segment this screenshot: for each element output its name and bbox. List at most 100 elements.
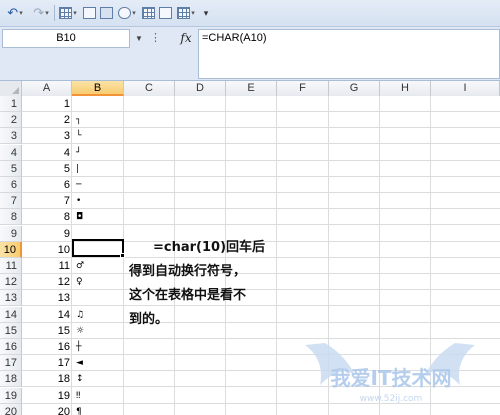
annotation-line-3: 这个在表格中是看不 xyxy=(129,288,247,303)
cell-a10[interactable]: 10 xyxy=(23,242,72,258)
undo-icon: ↶ xyxy=(7,5,19,20)
cell-b5[interactable]: | xyxy=(74,161,124,177)
cell-b18[interactable]: ↕ xyxy=(74,371,124,387)
cell-a18[interactable]: 18 xyxy=(23,371,72,387)
format-button[interactable]: ▾ xyxy=(58,5,78,21)
cell-a13[interactable]: 13 xyxy=(23,290,72,306)
column-header-b[interactable]: B xyxy=(72,81,124,96)
cell-a20[interactable]: 20 xyxy=(23,404,72,415)
cell-a1[interactable]: 1 xyxy=(23,96,72,112)
paste-button[interactable] xyxy=(158,5,172,21)
annotation-line-2: 得到自动换行符号， xyxy=(129,264,247,279)
name-box[interactable]: B10 xyxy=(2,29,130,48)
chevron-down-icon: ▾ xyxy=(19,10,23,17)
row-header-18[interactable]: 18 xyxy=(0,371,22,387)
cell-a5[interactable]: 5 xyxy=(23,161,72,177)
row-header-11[interactable]: 11 xyxy=(0,258,22,274)
cell-b1[interactable] xyxy=(74,96,124,112)
column-header-e[interactable]: E xyxy=(226,81,277,96)
column-header-h[interactable]: H xyxy=(380,81,431,96)
row-header-1[interactable]: 1 xyxy=(0,96,22,112)
cell-a17[interactable]: 17 xyxy=(23,355,72,371)
column-header-d[interactable]: D xyxy=(175,81,226,96)
row-header-12[interactable]: 12 xyxy=(0,274,22,290)
cell-b8[interactable]: ◘ xyxy=(74,209,124,225)
print-preview-button[interactable] xyxy=(82,5,96,21)
cell-b4[interactable]: ┘ xyxy=(74,145,124,161)
select-all-button[interactable] xyxy=(0,81,22,96)
cell-a4[interactable]: 4 xyxy=(23,145,72,161)
active-cell-b10[interactable] xyxy=(72,239,124,257)
cell-b16[interactable]: ┼ xyxy=(74,339,124,355)
cell-a6[interactable]: 6 xyxy=(23,177,72,193)
cell-a9[interactable]: 9 xyxy=(23,226,72,242)
cell-b14[interactable]: ♫ xyxy=(74,307,124,323)
cell-b15[interactable]: ☼ xyxy=(74,323,124,339)
cell-b20[interactable]: ¶ xyxy=(74,404,124,415)
formula-bar-grip[interactable]: ⋮ xyxy=(150,31,161,44)
chevron-down-icon: ▾ xyxy=(45,10,49,17)
print-button[interactable] xyxy=(99,5,113,21)
column-header-i[interactable]: I xyxy=(431,81,500,96)
cell-b7[interactable]: • xyxy=(74,193,124,209)
undo-button[interactable]: ↶ ▾ xyxy=(4,5,26,21)
name-box-dropdown[interactable]: ▼ xyxy=(132,29,146,48)
row-header-16[interactable]: 16 xyxy=(0,339,22,355)
chevron-down-icon: ▾ xyxy=(191,10,195,17)
cell-a14[interactable]: 14 xyxy=(23,307,72,323)
quick-access-toolbar: ↶ ▾ ↷ ▾ ▾ ▾ ▾ ▾ xyxy=(0,0,500,27)
formula-input[interactable]: =CHAR(A10) xyxy=(198,29,500,79)
cell-a2[interactable]: 2 xyxy=(23,112,72,128)
cell-b3[interactable]: └ xyxy=(74,128,124,144)
customize-toolbar-button[interactable]: ▾ xyxy=(200,5,212,21)
cell-b2[interactable]: ┐ xyxy=(74,112,124,128)
row-header-6[interactable]: 6 xyxy=(0,177,22,193)
freeze-panes-button[interactable] xyxy=(141,5,155,21)
cell-b13[interactable] xyxy=(74,290,124,306)
annotation-line-4: 到的。 xyxy=(129,312,169,327)
cell-b6[interactable]: ─ xyxy=(74,177,124,193)
row-header-2[interactable]: 2 xyxy=(0,112,22,128)
cell-b11[interactable]: ♂ xyxy=(74,258,124,274)
table-icon xyxy=(59,7,73,19)
row-header-3[interactable]: 3 xyxy=(0,128,22,144)
insert-function-button[interactable]: fx xyxy=(176,29,196,48)
row-header-10[interactable]: 10 xyxy=(0,242,22,258)
row-header-15[interactable]: 15 xyxy=(0,323,22,339)
chevron-down-icon: ▾ xyxy=(132,10,136,17)
row-header-13[interactable]: 13 xyxy=(0,290,22,306)
row-header-4[interactable]: 4 xyxy=(0,145,22,161)
row-header-14[interactable]: 14 xyxy=(0,307,22,323)
row-header-8[interactable]: 8 xyxy=(0,209,22,225)
cell-a15[interactable]: 15 xyxy=(23,323,72,339)
cell-a8[interactable]: 8 xyxy=(23,209,72,225)
row-header-7[interactable]: 7 xyxy=(0,193,22,209)
cell-a19[interactable]: 19 xyxy=(23,388,72,404)
insert-button[interactable]: ▾ xyxy=(116,5,138,21)
column-header-a[interactable]: A xyxy=(22,81,72,96)
redo-icon: ↷ xyxy=(33,5,45,20)
formula-bar: B10 ▼ ⋮ fx =CHAR(A10) xyxy=(0,27,500,81)
border-icon xyxy=(177,7,191,19)
cell-a7[interactable]: 7 xyxy=(23,193,72,209)
cell-a11[interactable]: 11 xyxy=(23,258,72,274)
column-header-g[interactable]: G xyxy=(329,81,380,96)
cell-b12[interactable]: ♀ xyxy=(74,274,124,290)
row-header-9[interactable]: 9 xyxy=(0,226,22,242)
row-header-19[interactable]: 19 xyxy=(0,388,22,404)
redo-button[interactable]: ↷ ▾ xyxy=(30,5,52,21)
column-header-c[interactable]: C xyxy=(124,81,175,96)
row-header-20[interactable]: 20 xyxy=(0,404,22,415)
cell-a12[interactable]: 12 xyxy=(23,274,72,290)
cell-b19[interactable]: ‼ xyxy=(74,388,124,404)
row-header-17[interactable]: 17 xyxy=(0,355,22,371)
cell-a3[interactable]: 3 xyxy=(23,128,72,144)
fill-handle[interactable] xyxy=(120,253,125,258)
cell-a16[interactable]: 16 xyxy=(23,339,72,355)
cell-b17[interactable]: ◄ xyxy=(74,355,124,371)
watermark-url: www.52ij.com xyxy=(360,394,423,404)
row-header-5[interactable]: 5 xyxy=(0,161,22,177)
annotation-text: =char(10)回车后 得到自动换行符号， 这个在表格中是看不 到的。 xyxy=(129,236,289,332)
column-header-f[interactable]: F xyxy=(277,81,329,96)
border-button[interactable]: ▾ xyxy=(175,5,197,21)
